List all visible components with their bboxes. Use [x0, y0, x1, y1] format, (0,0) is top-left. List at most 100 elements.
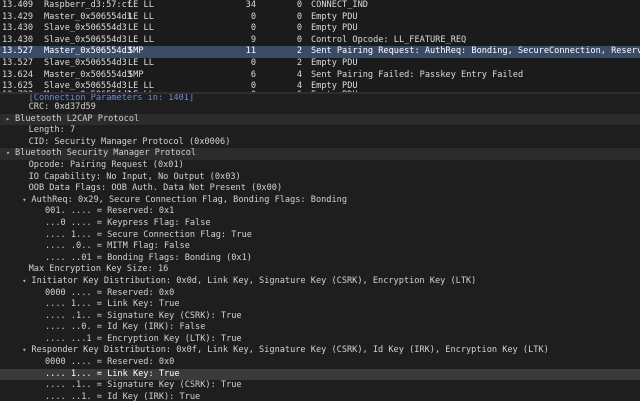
packet-row[interactable]: 13.527 Master_0x506554d3 SMP 11 2 Sent Pairin… — [0, 46, 640, 58]
packet-length: 9 — [250, 34, 256, 45]
packet-number: 2 — [296, 57, 302, 68]
tree-field-text: Length: 7 — [28, 125, 76, 136]
tree-field[interactable]: ...0 .... = Keypress Flag: False — [0, 218, 640, 230]
packet-length: 6 — [250, 69, 256, 80]
packet-number: 0 — [296, 34, 302, 45]
tree-field[interactable]: ▾ Initiator Key Distribution: 0x0d, Link … — [0, 276, 640, 288]
tree-field[interactable]: [Connection Parameters in: 1401] — [0, 94, 640, 102]
packet-info: Sent Pairing Request: AuthReq: Bonding, … — [311, 46, 640, 57]
packet-row[interactable]: 13.527 Slave_0x506554d3 LE LL 0 2 Empty PDU — [0, 58, 640, 70]
packet-length: 11 — [245, 46, 256, 57]
tree-field[interactable]: .... .0.. = MITM Flag: False — [0, 241, 640, 253]
tree-field-text: CID: Security Manager Protocol (0x0006) — [28, 136, 231, 147]
tree-field[interactable]: .... .1.. = Signature Key (CSRK): True — [0, 380, 640, 392]
tree-field[interactable]: 0000 .... = Reserved: 0x0 — [0, 357, 640, 369]
tree-field-text: AuthReq: 0x29, Secure Connection Flag, B… — [31, 194, 347, 205]
packet-protocol: LE LL — [128, 11, 154, 22]
packet-source: Master_0x506554d3 — [44, 69, 132, 80]
tree-field-text: 001. .... = Reserved: 0x1 — [45, 206, 175, 217]
packet-length: 0 — [250, 11, 256, 22]
expanded-arrow-icon[interactable]: ▾ — [20, 276, 28, 288]
packet-row[interactable]: 13.430 Slave_0x506554d3 LE LL 0 0 Empty PDU — [0, 23, 640, 35]
expanded-arrow-icon[interactable]: ▾ — [4, 148, 12, 160]
collapsed-arrow-icon[interactable]: ▸ — [4, 114, 12, 126]
packet-protocol: SMP — [128, 46, 144, 57]
tree-field[interactable]: 001. .... = Reserved: 0x1 — [0, 206, 640, 218]
tree-field[interactable]: .... ..01 = Bonding Flags: Bonding (0x1) — [0, 253, 640, 265]
tree-field[interactable]: .... 1... = Secure Connection Flag: True — [0, 230, 640, 242]
tree-field-text: .... ..0. = Id Key (IRK): False — [45, 322, 206, 333]
packet-protocol: LE LL — [128, 23, 154, 34]
tree-field[interactable]: Length: 7 — [0, 125, 640, 137]
tree-field-text: .... .0.. = MITM Flag: False — [45, 241, 190, 252]
packet-time: 13.624 — [2, 69, 34, 80]
tree-field[interactable]: ▾ AuthReq: 0x29, Secure Connection Flag, … — [0, 195, 640, 207]
tree-field-text: Max Encryption Key Size: 16 — [28, 264, 169, 275]
tree-field[interactable]: .... 1... = Link Key: True — [0, 299, 640, 311]
tree-field[interactable]: IO Capability: No Input, No Output (0x03… — [0, 172, 640, 184]
tree-field-text: .... ..1. = Id Key (IRK): True — [45, 391, 201, 401]
tree-field-text: .... .1.. = Signature Key (CSRK): True — [45, 380, 242, 391]
packet-length: 0 — [250, 23, 256, 34]
tree-field[interactable]: CID: Security Manager Protocol (0x0006) — [0, 137, 640, 149]
packet-source: Master_0x506554d3 — [44, 11, 132, 22]
packet-time: 13.430 — [2, 34, 34, 45]
packet-time: 13.430 — [2, 23, 34, 34]
packet-detail-tree: [Connection Parameters in: 1401] CRC: 0xd… — [0, 94, 640, 401]
packet-list: 13.409 Raspberr_d3:57:cf LE LL 34 0 CONNECT_I… — [0, 0, 640, 92]
packet-row[interactable]: 13.430 Slave_0x506554d3 LE LL 9 0 Control Opc… — [0, 35, 640, 47]
packet-protocol: LE LL — [128, 57, 154, 68]
tree-field-text: ...0 .... = Keypress Flag: False — [45, 217, 211, 228]
packet-time: 13.527 — [2, 46, 34, 57]
packet-protocol: LE LL — [128, 34, 154, 45]
packet-source: Slave_0x506554d3 — [44, 34, 127, 45]
packet-number: 4 — [296, 69, 302, 80]
tree-section-header[interactable]: ▾ Bluetooth Security Manager Protocol — [0, 148, 640, 160]
expanded-arrow-icon[interactable]: ▾ — [20, 195, 28, 207]
tree-field-text: .... 1... = Link Key: True — [45, 368, 180, 379]
tree-field[interactable]: .... ..0. = Id Key (IRK): False — [0, 322, 640, 334]
tree-field[interactable]: .... 1... = Link Key: True — [0, 368, 640, 381]
packet-time: 13.409 — [2, 0, 34, 10]
tree-field-text: CRC: 0xd37d59 — [28, 102, 96, 112]
tree-field-text: Bluetooth Security Manager Protocol — [15, 148, 197, 159]
tree-field-text: 0000 .... = Reserved: 0x0 — [45, 357, 175, 368]
tree-field[interactable]: Max Encryption Key Size: 16 — [0, 264, 640, 276]
tree-field-text: .... 1... = Link Key: True — [45, 299, 180, 310]
tree-field[interactable]: .... ...1 = Encryption Key (LTK): True — [0, 334, 640, 346]
tree-field-text: OOB Data Flags: OOB Auth. Data Not Prese… — [28, 183, 283, 194]
tree-field[interactable]: ▾ Responder Key Distribution: 0x0f, Link … — [0, 345, 640, 357]
packet-row[interactable]: 13.624 Master_0x506554d3 SMP 6 4 Sent Pairing… — [0, 70, 640, 82]
packet-length: 0 — [250, 57, 256, 68]
packet-row[interactable]: 13.409 Raspberr_d3:57:cf LE LL 34 0 CONNECT_I… — [0, 0, 640, 12]
tree-field[interactable]: OOB Data Flags: OOB Auth. Data Not Prese… — [0, 183, 640, 195]
packet-source: Master_0x506554d3 — [44, 46, 132, 57]
packet-info: Sent Pairing Failed: Passkey Entry Faile… — [311, 69, 524, 80]
expanded-arrow-icon[interactable]: ▾ — [20, 345, 28, 357]
packet-info: Empty PDU — [311, 57, 358, 68]
tree-field[interactable]: Opcode: Pairing Request (0x01) — [0, 160, 640, 172]
packet-protocol: SMP — [128, 69, 144, 80]
packet-info: Empty PDU — [311, 23, 358, 34]
tree-field-text: [Connection Parameters in: 1401] — [28, 94, 195, 102]
tree-field-text: .... ...1 = Encryption Key (LTK): True — [45, 333, 242, 344]
tree-field[interactable]: 0000 .... = Reserved: 0x0 — [0, 288, 640, 300]
packet-row[interactable]: 13.429 Master_0x506554d3 LE LL 0 0 Empty PDU — [0, 12, 640, 24]
tree-field-text: Responder Key Distribution: 0x0f, Link K… — [31, 345, 549, 356]
tree-field-text: Bluetooth L2CAP Protocol — [15, 113, 140, 124]
packet-number: 0 — [296, 0, 302, 10]
packet-time: 13.429 — [2, 11, 34, 22]
tree-field-text: .... .1.. = Signature Key (CSRK): True — [45, 310, 242, 321]
packet-info: Empty PDU — [311, 11, 358, 22]
tree-field[interactable]: CRC: 0xd37d59 — [0, 102, 640, 114]
packet-number: 0 — [296, 11, 302, 22]
tree-field[interactable]: .... .1.. = Signature Key (CSRK): True — [0, 311, 640, 323]
packet-time: 13.527 — [2, 57, 34, 68]
packet-number: 2 — [296, 46, 302, 57]
packet-number: 0 — [296, 23, 302, 34]
tree-field-text: Opcode: Pairing Request (0x01) — [28, 159, 184, 170]
tree-field-text: 0000 .... = Reserved: 0x0 — [45, 287, 175, 298]
tree-section-header[interactable]: ▸ Bluetooth L2CAP Protocol — [0, 113, 640, 126]
tree-field[interactable]: .... ..1. = Id Key (IRK): True — [0, 392, 640, 401]
packet-length: 34 — [245, 0, 256, 10]
